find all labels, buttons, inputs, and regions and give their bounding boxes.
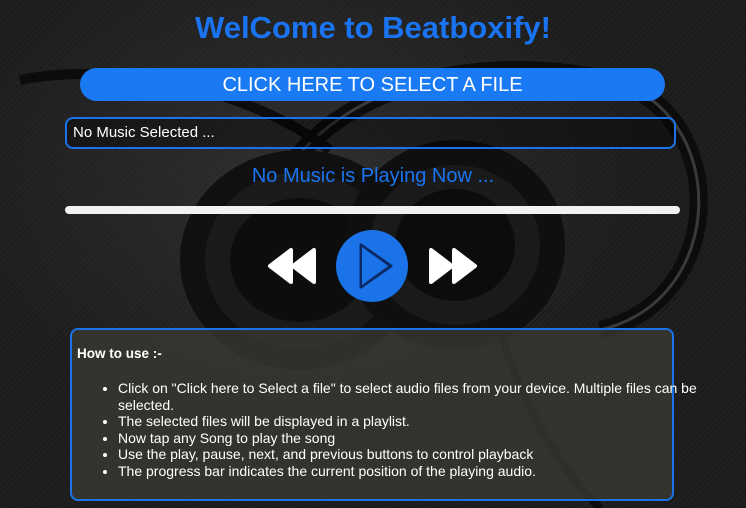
instruction-item: Click on "Click here to Select a file" t… (118, 380, 708, 413)
instruction-item: Now tap any Song to play the song (118, 430, 708, 447)
now-playing-status: No Music is Playing Now ... (251, 165, 495, 187)
select-file-button[interactable]: CLICK HERE TO SELECT A FILE (80, 68, 665, 101)
how-to-use-panel: How to use :- Click on "Click here to Se… (70, 328, 697, 501)
how-to-use-title: How to use :- (77, 346, 162, 361)
selected-file-display[interactable]: No Music Selected ... (65, 117, 676, 149)
page-title: WelCome to Beatboxify! (195, 10, 551, 45)
next-button[interactable] (428, 247, 478, 285)
play-button[interactable] (336, 230, 408, 302)
fast-forward-icon (429, 248, 477, 284)
instruction-item: The progress bar indicates the current p… (118, 463, 708, 480)
instruction-item: Use the play, pause, next, and previous … (118, 446, 708, 463)
instruction-item: The selected files will be displayed in … (118, 413, 708, 430)
progress-bar[interactable] (65, 206, 680, 214)
previous-button[interactable] (267, 247, 317, 285)
instructions-list: Click on "Click here to Select a file" t… (77, 380, 708, 479)
rewind-icon (268, 248, 316, 284)
play-icon (359, 243, 393, 289)
